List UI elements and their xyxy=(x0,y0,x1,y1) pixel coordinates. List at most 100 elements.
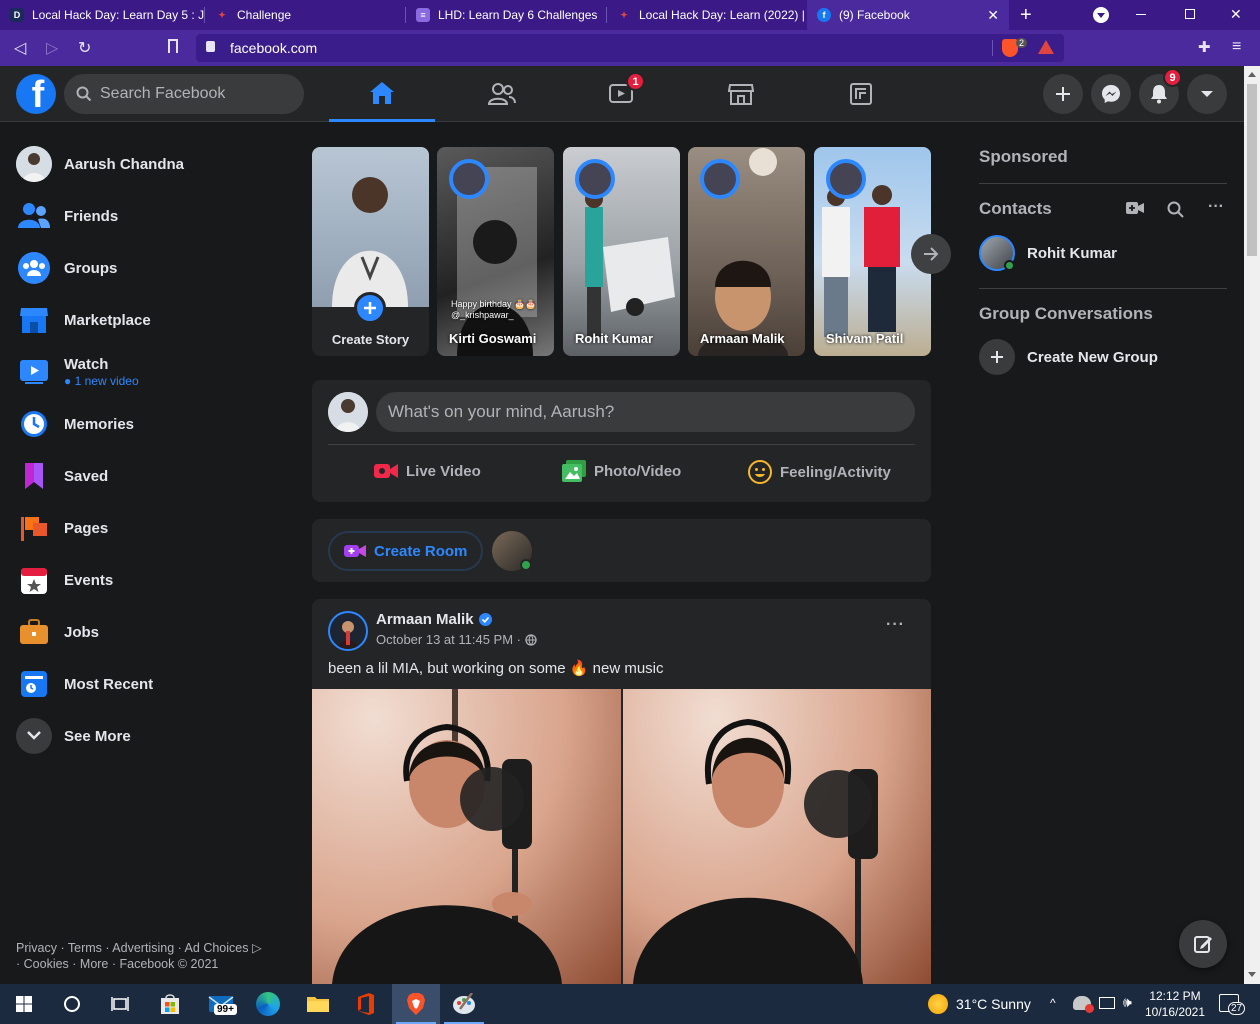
menu-icon[interactable]: ≡ xyxy=(1232,38,1241,56)
create-button[interactable] xyxy=(1043,74,1083,114)
windows-start-button[interactable] xyxy=(0,984,48,1024)
live-video-button[interactable]: Live Video xyxy=(374,462,481,480)
sidebar-item-marketplace[interactable]: Marketplace xyxy=(8,294,288,346)
close-window-button[interactable]: ✕ xyxy=(1230,6,1242,23)
forward-icon[interactable]: ▷ xyxy=(46,38,58,58)
clock[interactable]: 12:12 PM 10/16/2021 xyxy=(1140,988,1210,1020)
weather-widget[interactable]: 31°C Sunny xyxy=(928,984,1031,1024)
bell-icon xyxy=(1151,85,1167,104)
edge-button[interactable] xyxy=(244,984,292,1024)
extensions-icon[interactable]: ✚ xyxy=(1198,38,1211,56)
bookmark-icon[interactable] xyxy=(168,39,178,53)
sidebar-item-saved[interactable]: Saved xyxy=(8,450,288,502)
back-icon[interactable]: ◁ xyxy=(14,38,26,58)
browser-tab[interactable]: ≡ LHD: Learn Day 6 Challenges xyxy=(406,0,606,30)
sidebar-item-see-more[interactable]: See More xyxy=(8,710,288,762)
messenger-button[interactable] xyxy=(1091,74,1131,114)
maximize-button[interactable] xyxy=(1185,9,1195,19)
scroll-down-icon[interactable] xyxy=(1248,972,1256,977)
store-button[interactable] xyxy=(146,984,194,1024)
friends-icon xyxy=(16,198,52,234)
tab-marketplace[interactable] xyxy=(688,66,794,122)
reload-icon[interactable]: ↻ xyxy=(78,38,91,58)
browser-tab-active[interactable]: f (9) Facebook ✕ xyxy=(807,0,1009,30)
brave-rewards-icon[interactable] xyxy=(1038,40,1054,54)
search-button[interactable] xyxy=(48,984,96,1024)
windows-logo-icon xyxy=(16,996,32,1012)
contact-item[interactable]: Rohit Kumar xyxy=(979,235,1117,271)
browser-tab[interactable]: ✦ Challenge xyxy=(205,0,405,30)
brave-taskbar-button[interactable] xyxy=(392,984,440,1024)
sidebar-item-most-recent[interactable]: Most Recent xyxy=(8,658,288,710)
new-tab-button[interactable]: + xyxy=(1020,4,1032,27)
post-timestamp[interactable]: October 13 at 11:45 PM · xyxy=(376,632,521,647)
tab-friends[interactable] xyxy=(449,66,555,122)
page-scrollbar[interactable] xyxy=(1244,66,1260,984)
paint-button[interactable] xyxy=(440,984,488,1024)
tab-home[interactable] xyxy=(329,66,435,122)
volume-icon[interactable]: 🕪 xyxy=(1123,994,1132,1011)
tab-search-icon[interactable] xyxy=(1093,7,1109,23)
story-card[interactable]: Happy birthday 🎂🎂 @_krishpawar_ Kirti Go… xyxy=(437,147,554,356)
browser-tab[interactable]: D Local Hack Day: Learn Day 5 : J xyxy=(0,0,204,30)
browser-tab[interactable]: ✦ Local Hack Day: Learn (2022) | xyxy=(607,0,807,30)
office-button[interactable] xyxy=(342,984,390,1024)
story-avatar xyxy=(449,159,489,199)
create-new-group-button[interactable]: Create New Group xyxy=(979,339,1158,375)
new-room-icon[interactable] xyxy=(1126,200,1144,221)
create-story-card[interactable]: Create Story xyxy=(312,147,429,356)
story-card[interactable]: Armaan Malik xyxy=(688,147,805,356)
notifications-button[interactable]: 9 xyxy=(1139,68,1182,114)
scroll-up-icon[interactable] xyxy=(1248,72,1256,77)
sidebar-item-pages[interactable]: Pages xyxy=(8,502,288,554)
action-center-icon[interactable]: 27 xyxy=(1219,994,1246,1015)
photo-video-button[interactable]: Photo/Video xyxy=(562,460,681,482)
scrollbar-thumb[interactable] xyxy=(1247,84,1257,256)
footer-line[interactable]: · Cookies · More · Facebook © 2021 xyxy=(16,956,262,972)
footer-links[interactable]: Privacy · Terms · Advertising · Ad Choic… xyxy=(16,940,262,972)
create-room-button[interactable]: Create Room xyxy=(328,531,484,571)
story-card[interactable]: Rohit Kumar xyxy=(563,147,680,356)
task-view-button[interactable] xyxy=(96,984,144,1024)
sidebar-item-memories[interactable]: Memories xyxy=(8,398,288,450)
story-name: Rohit Kumar xyxy=(575,331,653,346)
sidebar-item-jobs[interactable]: Jobs xyxy=(8,606,288,658)
new-message-button[interactable] xyxy=(1179,920,1227,968)
minimize-button[interactable] xyxy=(1136,14,1146,15)
paint-icon xyxy=(453,993,475,1014)
file-explorer-button[interactable] xyxy=(294,984,342,1024)
show-hidden-icons[interactable]: ^ xyxy=(1050,996,1056,1010)
globe-icon xyxy=(525,633,537,646)
post-photo-left[interactable] xyxy=(312,689,621,984)
group-conversations-heading: Group Conversations xyxy=(979,304,1153,323)
sidebar-item-friends[interactable]: Friends xyxy=(8,190,288,242)
account-button[interactable] xyxy=(1187,74,1227,114)
fire-emoji: 🔥 xyxy=(569,660,589,677)
footer-line[interactable]: Privacy · Terms · Advertising · Ad Choic… xyxy=(16,941,248,955)
sidebar-item-groups[interactable]: Groups xyxy=(8,242,288,294)
sidebar-item-watch[interactable]: Watch ● 1 new video xyxy=(8,346,288,398)
composer-input[interactable]: What's on your mind, Aarush? xyxy=(376,392,915,432)
composer-avatar[interactable] xyxy=(328,392,368,432)
post-author-avatar[interactable] xyxy=(328,611,368,651)
sidebar-item-profile[interactable]: Aarush Chandna xyxy=(8,138,288,190)
url-field[interactable]: facebook.com 2 xyxy=(196,34,1064,62)
feeling-activity-button[interactable]: Feeling/Activity xyxy=(748,460,891,484)
facebook-logo[interactable]: f xyxy=(16,74,56,114)
post-options-button[interactable]: ··· xyxy=(886,616,905,634)
tab-gaming[interactable] xyxy=(808,66,914,122)
contacts-options-icon[interactable]: ··· xyxy=(1208,198,1224,216)
post-author-name[interactable]: Armaan Malik xyxy=(376,611,474,628)
mail-button[interactable]: 99+ xyxy=(194,984,248,1024)
onedrive-icon[interactable] xyxy=(1073,996,1094,1013)
tab-watch[interactable]: 1 xyxy=(568,66,674,122)
clock-date: 10/16/2021 xyxy=(1144,1005,1206,1019)
contacts-search-icon[interactable] xyxy=(1167,201,1184,223)
sidebar-item-events[interactable]: Events xyxy=(8,554,288,606)
close-tab-icon[interactable]: ✕ xyxy=(987,7,999,24)
add-story-plus-icon[interactable] xyxy=(354,292,386,324)
stories-next-button[interactable] xyxy=(911,234,951,274)
search-input[interactable]: Search Facebook xyxy=(64,74,304,114)
post-photo-right[interactable] xyxy=(623,689,931,984)
network-icon[interactable] xyxy=(1099,997,1115,1009)
